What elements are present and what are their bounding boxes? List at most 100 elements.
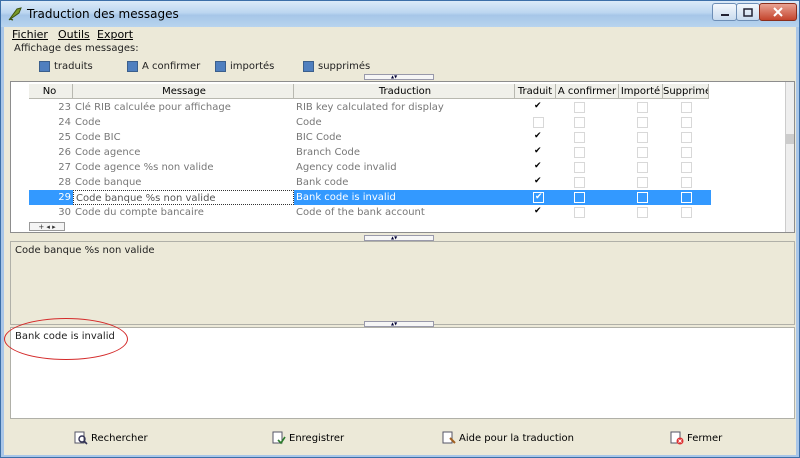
to-confirm-flag-checkbox[interactable] [574,102,585,113]
to-confirm-flag-checkbox[interactable] [574,207,585,218]
row-translation[interactable]: Code of the bank account [294,205,515,220]
row-translation[interactable]: Branch Code [294,145,515,160]
imported-flag-checkbox[interactable] [637,147,648,158]
deleted-flag-checkbox[interactable] [681,117,692,128]
row-message[interactable]: Code agence [73,145,294,160]
search-icon [74,431,88,445]
imported-flag-checkbox[interactable] [637,162,648,173]
to-confirm-flag-checkbox[interactable] [574,162,585,173]
minimize-icon [720,14,729,16]
checkbox-box[interactable] [127,60,138,72]
col-header-message[interactable]: Message [73,84,294,99]
translated-flag-checkbox[interactable] [533,206,544,218]
checkbox-box[interactable] [215,60,226,72]
row-number[interactable]: 26 [29,145,73,160]
checkbox-box[interactable] [303,60,314,72]
row-number[interactable]: 27 [29,160,73,175]
col-header-to-confirm[interactable]: A confirmer [556,84,619,99]
to-confirm-flag-checkbox[interactable] [574,117,585,128]
deleted-flag-checkbox[interactable] [681,147,692,158]
row-translation[interactable]: Bank code [294,175,515,190]
col-header-translated[interactable]: Traduit [515,84,556,99]
grid-horizontal-scroll-control[interactable]: + ◂ ▸ [29,222,65,231]
top-splitter-handle[interactable] [364,74,434,80]
col-header-no[interactable]: No [29,84,73,99]
deleted-flag-checkbox[interactable] [681,207,692,218]
row-message[interactable]: Code banque %s non valide [73,190,294,205]
col-header-deleted[interactable]: Supprimé [663,84,709,99]
row-translation[interactable]: BIC Code [294,130,515,145]
table-row[interactable]: 26 Code agence Branch Code [29,145,711,160]
search-button-label: Rechercher [91,432,148,444]
window-title: Traduction des messages [27,7,179,21]
imported-flag-checkbox[interactable] [637,207,648,218]
row-message[interactable]: Code du compte bancaire [73,205,294,220]
row-message[interactable]: Code [73,115,294,130]
to-confirm-flag-checkbox[interactable] [574,147,585,158]
row-message[interactable]: Code BIC [73,130,294,145]
menu-outils[interactable]: Outils [58,28,90,41]
row-number[interactable]: 28 [29,175,73,190]
to-confirm-flag-checkbox[interactable] [574,192,585,203]
row-translation[interactable]: RIB key calculated for display [294,100,515,115]
maximize-button[interactable] [736,3,760,21]
row-translation[interactable]: Code [294,115,515,130]
to-confirm-flag-checkbox[interactable] [574,177,585,188]
translated-flag-checkbox[interactable] [533,117,544,128]
table-row[interactable]: 24 Code Code [29,115,711,130]
grid-header-row: No Message Traduction Traduit A confirme… [29,84,711,99]
imported-flag-checkbox[interactable] [637,132,648,143]
table-row[interactable]: 28 Code banque Bank code [29,175,711,190]
deleted-flag-checkbox[interactable] [681,192,692,203]
imported-flag-checkbox[interactable] [637,192,648,203]
deleted-flag-checkbox[interactable] [681,102,692,113]
translated-flag-checkbox[interactable] [533,192,544,203]
row-message[interactable]: Code agence %s non valide [73,160,294,175]
table-row[interactable]: 23 Clé RIB calculée pour affichage RIB key… [29,100,711,115]
row-translation[interactable]: Bank code is invalid [294,190,515,205]
row-translation[interactable]: Agency code invalid [294,160,515,175]
row-number[interactable]: 29 [29,190,73,205]
deleted-flag-checkbox[interactable] [681,177,692,188]
deleted-flag-checkbox[interactable] [681,132,692,143]
close-window-button[interactable] [759,3,797,21]
search-button[interactable]: Rechercher [74,429,148,447]
table-row[interactable]: 30 Code du compte bancaire Code of the ban… [29,205,711,220]
row-message[interactable]: Clé RIB calculée pour affichage [73,100,294,115]
translated-flag-checkbox[interactable] [533,161,544,173]
filter-traduits-checkbox[interactable]: traduits [39,59,93,73]
translated-flag-checkbox[interactable] [533,176,544,188]
imported-flag-checkbox[interactable] [637,177,648,188]
row-number[interactable]: 25 [29,130,73,145]
table-row[interactable]: 25 Code BIC BIC Code [29,130,711,145]
save-button[interactable]: Enregistrer [272,429,344,447]
row-number[interactable]: 30 [29,205,73,220]
checkbox-label: traduits [54,60,93,72]
to-confirm-flag-checkbox[interactable] [574,132,585,143]
filter-supprimes-checkbox[interactable]: supprimés [303,59,370,73]
filter-a-confirmer-checkbox[interactable]: A confirmer [127,59,200,73]
deleted-flag-checkbox[interactable] [681,162,692,173]
row-number[interactable]: 23 [29,100,73,115]
translated-flag-checkbox[interactable] [533,101,544,113]
checkbox-box[interactable] [39,60,50,72]
scroll-thumb[interactable] [786,134,794,144]
imported-flag-checkbox[interactable] [637,117,648,128]
title-bar[interactable]: Traduction des messages [1,1,799,27]
close-button[interactable]: Fermer [670,429,722,447]
menu-export[interactable]: Export [97,28,133,41]
col-header-translation[interactable]: Traduction [294,84,515,99]
minimize-button[interactable] [712,3,737,21]
translated-flag-checkbox[interactable] [533,131,544,143]
translation-help-button[interactable]: Aide pour la traduction [442,429,574,447]
menu-fichier[interactable]: Fichier [12,28,48,41]
filter-importes-checkbox[interactable]: importés [215,59,274,73]
grid-vertical-scrollbar[interactable] [785,82,794,232]
imported-flag-checkbox[interactable] [637,102,648,113]
row-message[interactable]: Code banque [73,175,294,190]
translated-flag-checkbox[interactable] [533,146,544,158]
table-row[interactable]: 27 Code agence %s non valide Agency code i… [29,160,711,175]
col-header-imported[interactable]: Importé [619,84,663,99]
table-row[interactable]: 29 Code banque %s non valide Bank code is … [29,190,711,205]
row-number[interactable]: 24 [29,115,73,130]
